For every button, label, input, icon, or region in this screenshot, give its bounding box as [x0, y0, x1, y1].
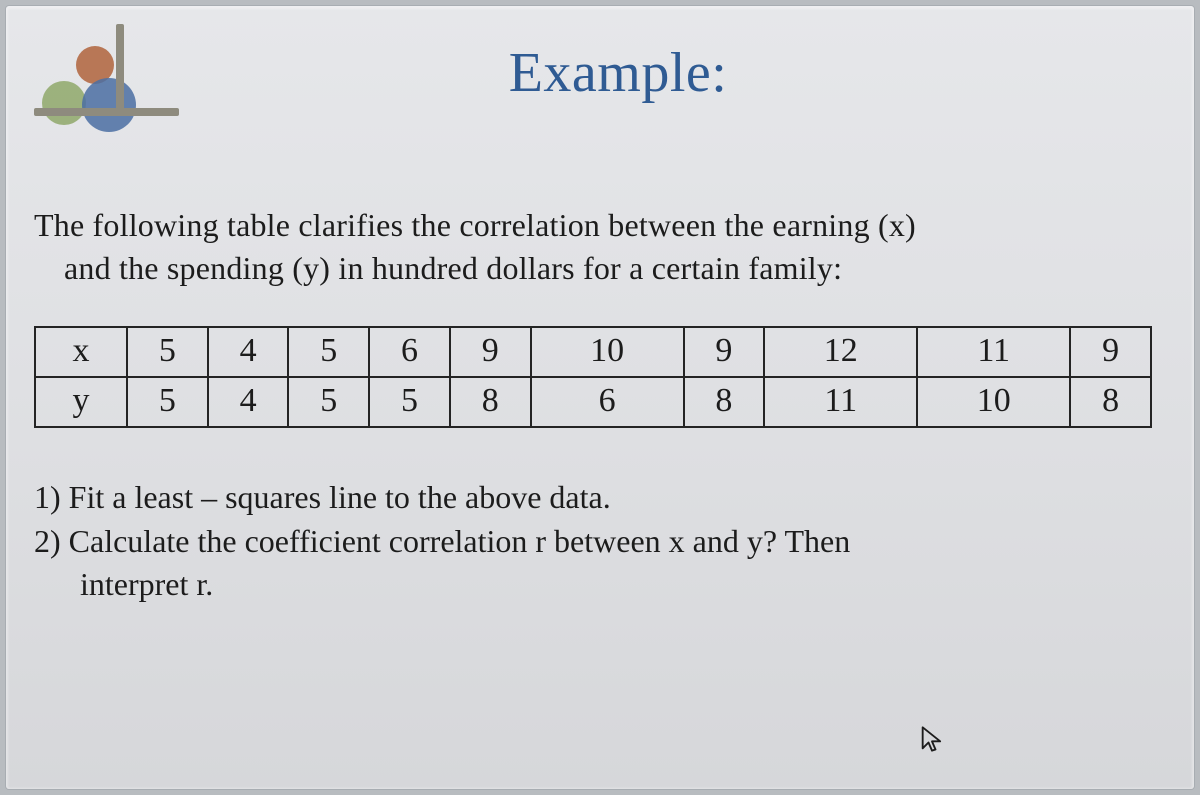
- intro-line-1: The following table clarifies the correl…: [34, 204, 1166, 247]
- cell-x-0: 5: [127, 327, 208, 377]
- cell-x-3: 6: [369, 327, 450, 377]
- slide-title: Example:: [190, 41, 1166, 105]
- cell-x-2: 5: [288, 327, 369, 377]
- question-2-line-1: 2) Calculate the coefficient correlation…: [34, 520, 1166, 563]
- row-label-x: x: [35, 327, 127, 377]
- cell-x-9: 9: [1070, 327, 1151, 377]
- table-row: x 5 4 5 6 9 10 9 12 11 9: [35, 327, 1151, 377]
- cell-y-4: 8: [450, 377, 531, 427]
- data-table: x 5 4 5 6 9 10 9 12 11 9 y 5 4 5 5 8 6 8…: [34, 326, 1152, 428]
- intro-text: The following table clarifies the correl…: [34, 204, 1166, 290]
- cell-x-8: 11: [917, 327, 1070, 377]
- question-2-line-2: interpret r.: [34, 563, 1166, 606]
- question-1: 1) Fit a least – squares line to the abo…: [34, 476, 1166, 519]
- cell-y-1: 4: [208, 377, 289, 427]
- cell-x-1: 4: [208, 327, 289, 377]
- cell-y-2: 5: [288, 377, 369, 427]
- cell-x-7: 12: [764, 327, 917, 377]
- cell-y-5: 6: [531, 377, 684, 427]
- slide: Example: The following table clarifies t…: [6, 6, 1194, 789]
- cursor-icon: [920, 725, 944, 753]
- cell-x-6: 9: [684, 327, 765, 377]
- slide-header: Example:: [34, 24, 1166, 134]
- table-row: y 5 4 5 5 8 6 8 11 10 8: [35, 377, 1151, 427]
- cell-x-4: 9: [450, 327, 531, 377]
- cell-y-7: 11: [764, 377, 917, 427]
- questions: 1) Fit a least – squares line to the abo…: [34, 476, 1166, 606]
- intro-line-2: and the spending (y) in hundred dollars …: [34, 247, 1166, 290]
- logo-icon: [34, 24, 174, 134]
- cell-y-8: 10: [917, 377, 1070, 427]
- cell-y-3: 5: [369, 377, 450, 427]
- row-label-y: y: [35, 377, 127, 427]
- cell-y-9: 8: [1070, 377, 1151, 427]
- cell-y-0: 5: [127, 377, 208, 427]
- cell-x-5: 10: [531, 327, 684, 377]
- cell-y-6: 8: [684, 377, 765, 427]
